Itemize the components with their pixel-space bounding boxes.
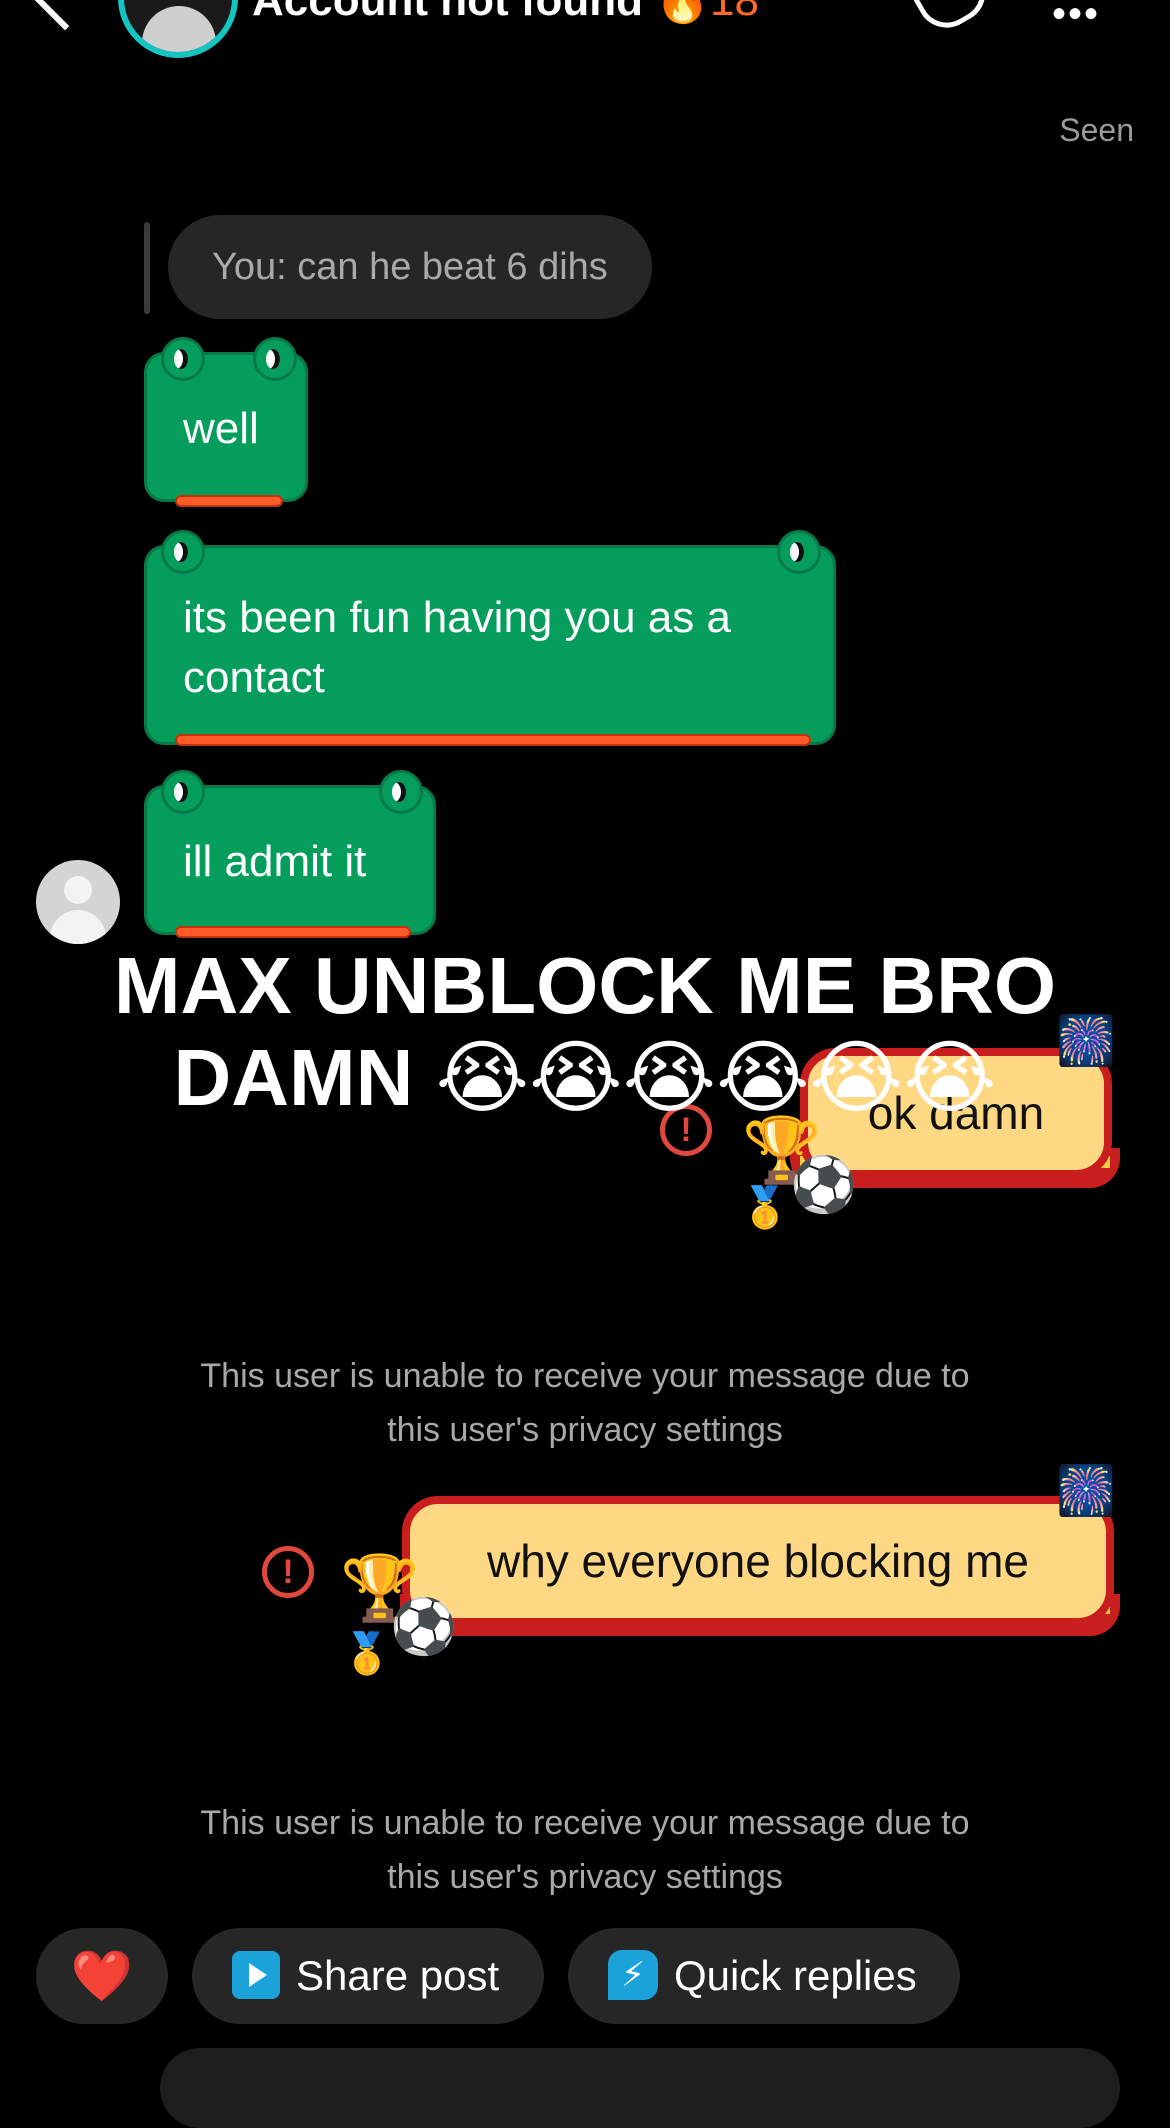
heart-icon: ❤️ xyxy=(70,1948,134,2004)
conversation-title[interactable]: Account not found 🔥18 xyxy=(252,0,759,26)
privacy-notice-text: This user is unable to receive your mess… xyxy=(200,1357,970,1449)
message-text: well xyxy=(183,404,259,453)
avatar-head-shape xyxy=(64,876,92,904)
privacy-notice-text: This user is unable to receive your mess… xyxy=(200,1804,970,1896)
caption-line: MAX UNBLOCK ME BRO xyxy=(113,941,1057,1030)
overlay-caption: MAX UNBLOCK ME BRO DAMN 😭😭😭😭😭😭 xyxy=(0,940,1170,1124)
firework-icon: 🎆 xyxy=(1056,1465,1116,1518)
message-text: ill admit it xyxy=(183,837,367,886)
phone-icon[interactable] xyxy=(913,0,997,39)
received-message-bubble[interactable]: ill admit it xyxy=(144,770,436,938)
back-chevron-icon[interactable] xyxy=(29,0,101,31)
heart-reaction-button[interactable]: ❤️ xyxy=(36,1928,168,2024)
frog-eye-icon xyxy=(161,770,205,814)
message-input[interactable] xyxy=(160,2048,1120,2128)
avatar-body-shape xyxy=(50,910,106,944)
play-icon xyxy=(232,1950,280,1999)
bolt-icon: ⚡ xyxy=(608,1949,658,2000)
caption-line: DAMN 😭😭😭😭😭😭 xyxy=(173,1033,997,1122)
bubble-underline xyxy=(175,926,411,938)
soccer-ball-icon: ⚽ xyxy=(790,1155,858,1215)
sent-message-body: why everyone blocking me xyxy=(402,1496,1114,1626)
reply-quote-bar xyxy=(144,222,150,314)
send-failed-icon[interactable]: ! xyxy=(262,1546,314,1598)
medal-icon: 🥇 xyxy=(342,1632,392,1676)
soccer-ball-icon: ⚽ xyxy=(390,1597,458,1657)
received-message-bubble[interactable]: its been fun having you as a contact xyxy=(144,530,836,746)
received-message-bubble[interactable]: well xyxy=(144,337,308,507)
avatar-body-shape xyxy=(142,6,216,52)
frog-eye-icon xyxy=(379,770,423,814)
seen-status: Seen xyxy=(1059,112,1134,148)
sent-message-bubble[interactable]: why everyone blocking me 🎆 🏆 ⚽ 🥇 xyxy=(340,1468,1130,1696)
message-text: its been fun having you as a contact xyxy=(183,593,731,702)
share-post-label: Share post xyxy=(296,1952,500,1999)
medal-icon: 🥇 xyxy=(740,1186,790,1230)
privacy-notice: This user is unable to receive your mess… xyxy=(0,1742,1170,1904)
frog-eye-icon xyxy=(253,337,297,381)
reply-quote[interactable]: You: can he beat 6 dihs xyxy=(168,215,652,319)
quick-replies-label: Quick replies xyxy=(674,1952,917,1999)
frog-eye-icon xyxy=(777,530,821,574)
frog-eye-icon xyxy=(161,337,205,381)
quick-replies-button[interactable]: ⚡ Quick replies xyxy=(568,1928,960,2024)
contact-avatar[interactable] xyxy=(118,0,238,58)
contact-name: Account not found xyxy=(252,0,644,25)
bubble-underline xyxy=(175,495,283,507)
streak-fire-icon: 🔥 xyxy=(655,0,711,25)
bubble-underline xyxy=(175,734,811,746)
frog-eye-icon xyxy=(161,530,205,574)
more-dots-icon[interactable]: ••• xyxy=(1052,0,1100,37)
share-post-button[interactable]: Share post xyxy=(192,1928,544,2024)
message-text: why everyone blocking me xyxy=(486,1535,1030,1587)
privacy-notice: This user is unable to receive your mess… xyxy=(0,1295,1170,1457)
streak-count: 18 xyxy=(710,0,759,25)
sender-avatar[interactable] xyxy=(36,860,120,944)
